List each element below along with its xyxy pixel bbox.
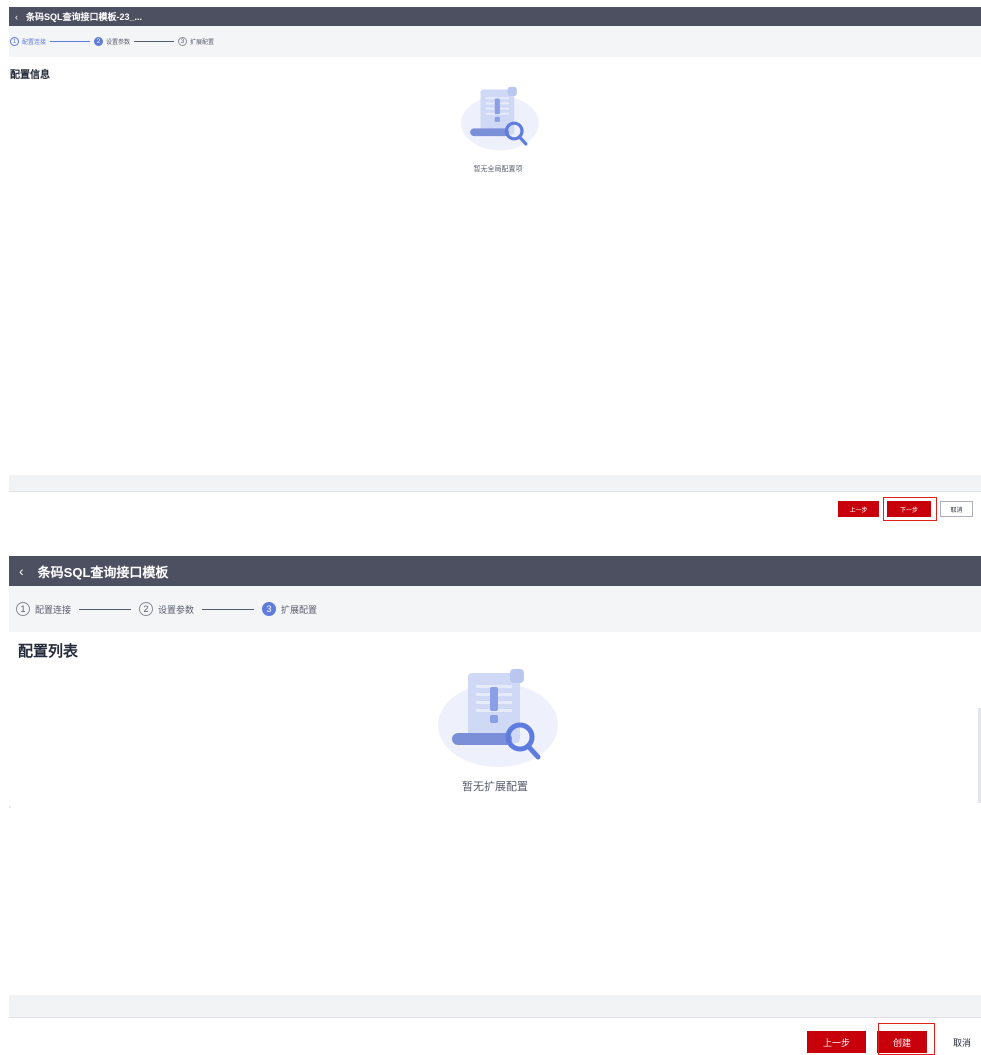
step-label: 扩展配置	[281, 604, 318, 615]
step-set-parameters[interactable]: 2 设置参数	[94, 37, 130, 46]
step-configure-connection[interactable]: 1 配置连接	[16, 602, 71, 616]
footer-divider	[9, 491, 981, 492]
step-label: 配置连接	[22, 40, 47, 46]
step-label: 配置连接	[35, 604, 72, 615]
step-configure-connection[interactable]: 1 配置连接	[10, 37, 46, 46]
empty-state-text: 暂无扩展配置	[462, 781, 528, 793]
page-title: 条码SQL查询接口模板	[37, 564, 169, 580]
section-title: 配置信息	[10, 70, 50, 81]
step-connector	[79, 608, 132, 610]
wizard-steps: 1 配置连接 2 设置参数 3 扩展配置	[9, 586, 981, 632]
wizard-step2-screen: ‹ 条码SQL查询接口模板-23_... 1 配置连接 2 设置参数 3 扩展配…	[0, 0, 981, 525]
footer-strip	[9, 995, 981, 1017]
step-connector	[50, 41, 91, 42]
wizard-steps: 1 配置连接 2 设置参数 3 扩展配置	[9, 26, 981, 57]
empty-document-search-icon	[438, 669, 558, 767]
back-chevron-icon[interactable]: ‹	[19, 563, 24, 579]
footer-divider	[9, 1017, 981, 1018]
title-bar: ‹ 条码SQL查询接口模板-23_...	[9, 7, 981, 26]
prev-step-button[interactable]: 上一步	[838, 501, 879, 517]
step-number: 1	[16, 602, 30, 616]
step-label: 扩展配置	[190, 40, 215, 46]
page-title: 条码SQL查询接口模板-23_...	[26, 12, 143, 22]
back-chevron-icon[interactable]: ‹	[15, 12, 18, 22]
footer-strip	[9, 475, 981, 491]
step-number: 3	[178, 37, 188, 46]
step-label: 设置参数	[106, 40, 131, 46]
highlight-box	[883, 497, 937, 521]
step-number: 2	[94, 37, 104, 46]
highlight-box	[878, 1023, 935, 1055]
step-number: 1	[10, 37, 19, 46]
step-extended-config[interactable]: 3 扩展配置	[262, 602, 317, 616]
step-connector	[134, 41, 175, 42]
cancel-button[interactable]: 取消	[940, 501, 973, 517]
step-extended-config[interactable]: 3 扩展配置	[178, 37, 214, 46]
step-connector	[202, 608, 255, 610]
step-number: 2	[139, 602, 154, 616]
empty-state-text: 暂无全局配置项	[473, 166, 523, 173]
step-label: 设置参数	[158, 604, 195, 615]
step-set-parameters[interactable]: 2 设置参数	[139, 602, 194, 616]
title-bar: ‹ 条码SQL查询接口模板	[9, 556, 981, 586]
decorative-dot	[9, 806, 11, 808]
section-title: 配置列表	[18, 643, 79, 660]
wizard-step3-screen: ‹ 条码SQL查询接口模板 1 配置连接 2 设置参数 3 扩展配置 配置列表	[0, 553, 981, 1055]
empty-document-search-icon	[461, 86, 539, 151]
step-number: 3	[262, 602, 277, 616]
